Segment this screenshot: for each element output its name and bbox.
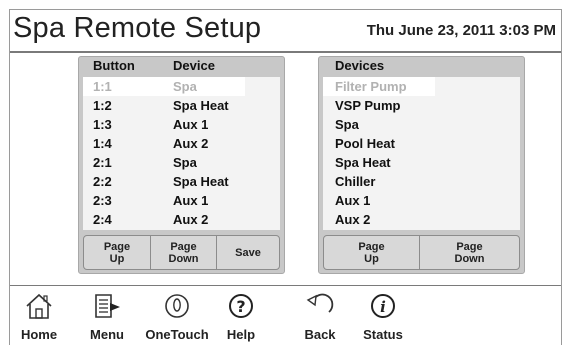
nav-label: Status: [363, 327, 403, 342]
row-device: Aux 1: [173, 117, 209, 132]
device-item[interactable]: Filter Pump: [323, 77, 520, 96]
nav-status[interactable]: i Status: [348, 289, 418, 343]
device-item[interactable]: Spa Heat: [323, 153, 520, 172]
row-button: 2:4: [93, 212, 112, 227]
remote-row-2-1[interactable]: 2:1 Spa: [83, 153, 280, 172]
nav-label: Home: [20, 327, 58, 342]
row-device: Aux 1: [173, 193, 209, 208]
menu-icon: [95, 294, 120, 318]
devices-header: Devices: [335, 58, 385, 73]
row-device: Aux 2: [173, 212, 209, 227]
nav-label: Back: [304, 327, 336, 342]
nav-label: Menu: [90, 327, 124, 342]
remote-button-bar: Page Up Page Down Save: [83, 235, 280, 270]
devices-page-up-button[interactable]: Page Up: [324, 236, 419, 269]
devices-panel: Devices Filter Pump VSP Pump Spa Pool He…: [318, 56, 525, 274]
home-icon: [26, 293, 52, 319]
status-icon: i: [371, 294, 395, 318]
device-item[interactable]: Aux 2: [323, 210, 520, 229]
remote-row-1-1[interactable]: 1:1 Spa: [83, 77, 280, 96]
device-item[interactable]: Chiller: [323, 172, 520, 191]
remote-row-2-4[interactable]: 2:4 Aux 2: [83, 210, 280, 229]
row-device: Spa Heat: [173, 98, 229, 113]
save-button[interactable]: Save: [216, 236, 279, 269]
remote-row-1-2[interactable]: 1:2 Spa Heat: [83, 96, 280, 115]
column-header-button: Button: [93, 58, 135, 73]
nav-onetouch[interactable]: OneTouch: [142, 289, 212, 343]
column-header-device: Device: [173, 58, 215, 73]
row-device: Spa: [173, 155, 197, 170]
nav-menu[interactable]: Menu: [72, 289, 142, 343]
device-list: Filter Pump VSP Pump Spa Pool Heat Spa H…: [323, 77, 520, 230]
nav-help[interactable]: ? Help: [206, 289, 276, 343]
remote-button-panel: Button Device 1:1 Spa 1:2 Spa Heat 1:3 A…: [78, 56, 285, 274]
remote-row-1-3[interactable]: 1:3 Aux 1: [83, 115, 280, 134]
row-button: 1:3: [93, 117, 112, 132]
nav-label: OneTouch: [145, 327, 209, 342]
help-icon: ?: [229, 294, 253, 318]
nav-home[interactable]: Home: [4, 289, 74, 343]
remote-row-2-2[interactable]: 2:2 Spa Heat: [83, 172, 280, 191]
page-down-button[interactable]: Page Down: [150, 236, 216, 269]
device-item[interactable]: Aux 1: [323, 191, 520, 210]
row-button: 1:4: [93, 136, 112, 151]
device-item[interactable]: Spa: [323, 115, 520, 134]
nav-divider: [10, 285, 561, 286]
row-button: 2:1: [93, 155, 112, 170]
row-button: 1:2: [93, 98, 112, 113]
svg-text:i: i: [380, 298, 386, 316]
page-up-button[interactable]: Page Up: [84, 236, 150, 269]
header-divider: [10, 51, 561, 53]
device-item[interactable]: VSP Pump: [323, 96, 520, 115]
date-time: Thu June 23, 2011 3:03 PM: [366, 22, 556, 39]
remote-row-2-3[interactable]: 2:3 Aux 1: [83, 191, 280, 210]
devices-button-bar: Page Up Page Down: [323, 235, 520, 270]
back-icon: [306, 293, 334, 313]
row-device: Spa Heat: [173, 174, 229, 189]
devices-page-down-button[interactable]: Page Down: [419, 236, 519, 269]
svg-text:?: ?: [236, 297, 245, 316]
row-button: 2:3: [93, 193, 112, 208]
remote-row-1-4[interactable]: 1:4 Aux 2: [83, 134, 280, 153]
row-device: Spa: [173, 79, 197, 94]
nav-label: Help: [226, 327, 256, 342]
remote-button-list: 1:1 Spa 1:2 Spa Heat 1:3 Aux 1 1:4 Aux 2…: [83, 77, 280, 230]
device-item[interactable]: Pool Heat: [323, 134, 520, 153]
nav-back[interactable]: Back: [285, 289, 355, 343]
row-button: 1:1: [93, 79, 112, 94]
page-title: Spa Remote Setup: [13, 12, 262, 44]
row-device: Aux 2: [173, 136, 209, 151]
row-button: 2:2: [93, 174, 112, 189]
onetouch-icon: [165, 294, 189, 318]
